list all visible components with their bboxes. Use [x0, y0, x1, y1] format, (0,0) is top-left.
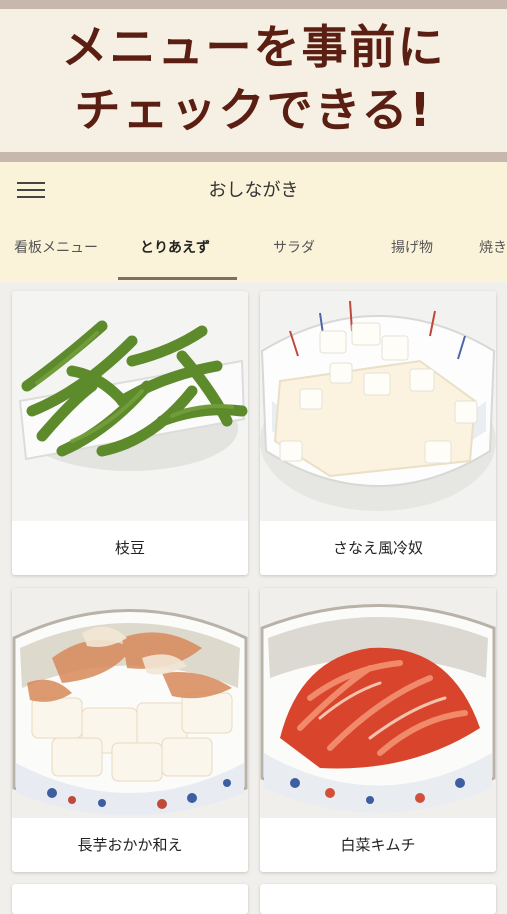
edamame-photo	[12, 291, 248, 521]
page-title: おしながき	[208, 180, 299, 201]
hiyayakko-photo	[260, 291, 496, 521]
banner-headline-line1: メニューを事前に	[61, 20, 446, 74]
menu-item-name: 長芋おかか和え	[77, 836, 183, 854]
banner-headline-line2: チェックできる!	[74, 83, 433, 137]
menu-card[interactable]	[260, 884, 496, 914]
tab-fried[interactable]: 揚げ物	[391, 224, 433, 282]
nagaimo-okaka-photo	[12, 588, 248, 818]
tab-grilled[interactable]: 焼き	[479, 224, 507, 282]
menu-card[interactable]: 白菜キムチ	[260, 588, 496, 872]
menu-item-name: 枝豆	[114, 539, 145, 557]
banner-bottom-stripe	[0, 152, 507, 162]
menu-item-name: 白菜キムチ	[340, 836, 416, 854]
menu-card[interactable]	[12, 884, 248, 914]
banner-top-stripe	[0, 0, 507, 9]
active-tab-indicator	[118, 277, 237, 280]
menu-card[interactable]: 長芋おかか和え	[12, 588, 248, 872]
menu-card[interactable]: さなえ風冷奴	[260, 291, 496, 575]
menu-card[interactable]: 枝豆	[12, 291, 248, 575]
tab-kanban-menu[interactable]: 看板メニュー	[14, 224, 98, 282]
promo-banner: メニューを事前に チェックできる!	[0, 0, 507, 162]
menu-item-name: さなえ風冷奴	[332, 539, 423, 557]
category-tabs: 看板メニュー とりあえず サラダ 揚げ物 焼き	[0, 224, 507, 282]
tab-salad[interactable]: サラダ	[273, 224, 315, 282]
app-header: おしながき	[0, 162, 507, 224]
kimchi-photo	[260, 588, 496, 818]
tab-toriaezu[interactable]: とりあえず	[140, 224, 210, 282]
